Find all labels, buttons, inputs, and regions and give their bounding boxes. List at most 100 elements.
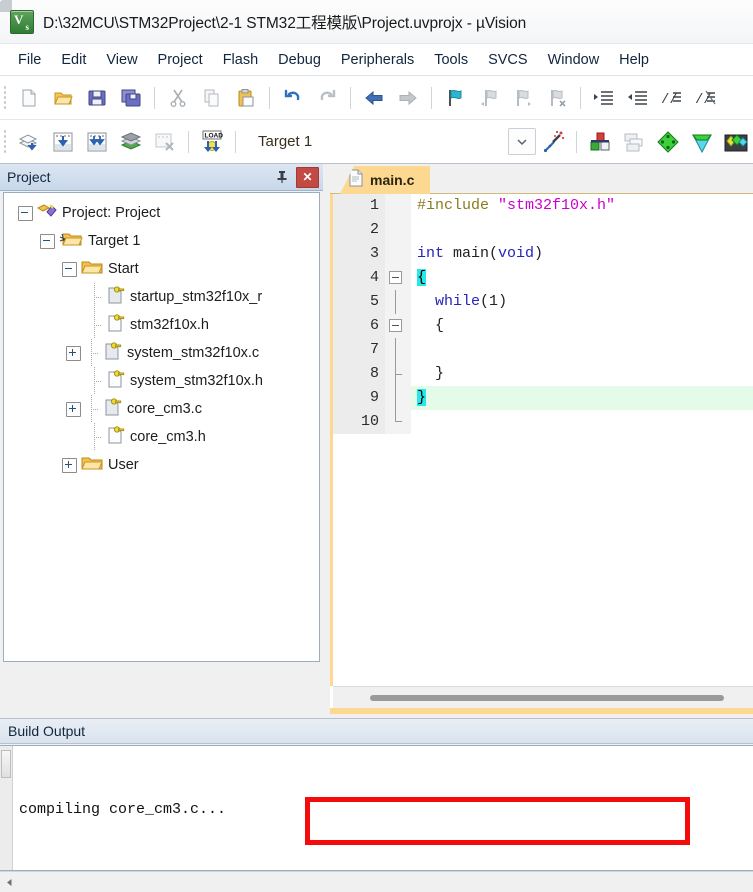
menu-view[interactable]: View (96, 48, 147, 72)
tree-connector (85, 339, 99, 367)
expand-toggle-icon[interactable] (62, 457, 77, 473)
manage-run-time-env-icon[interactable] (686, 126, 718, 158)
target-options-icon[interactable] (537, 126, 569, 158)
fold-collapse-icon[interactable] (389, 271, 402, 284)
code-line[interactable]: 8 } (333, 362, 753, 386)
manage-multi-project-icon[interactable] (618, 126, 650, 158)
build-output-body[interactable]: compiling core_cm3.c... linking... Progr… (0, 745, 753, 871)
code-line-text: } (411, 386, 753, 410)
download-icon[interactable]: LOAD (196, 126, 228, 158)
target-label: Target 1 (258, 133, 313, 150)
menu-project[interactable]: Project (148, 48, 213, 72)
project-tree[interactable]: Project: Project Target 1 Start startup_… (3, 192, 320, 662)
menu-debug[interactable]: Debug (268, 48, 331, 72)
undo-icon[interactable] (277, 82, 309, 114)
fold-collapse-icon[interactable] (389, 319, 402, 332)
menu-file[interactable]: File (8, 48, 51, 72)
redo-icon[interactable] (311, 82, 343, 114)
code-line[interactable]: 10 (333, 410, 753, 434)
toolbar-separator (580, 86, 581, 109)
editor-horizontal-scrollbar[interactable] (333, 686, 753, 708)
fold-column (385, 290, 411, 314)
build-output-lines: compiling core_cm3.c... linking... Progr… (13, 746, 753, 870)
fold-column (385, 218, 411, 242)
collapse-toggle-icon[interactable] (40, 233, 55, 249)
build-icon[interactable] (47, 126, 79, 158)
tree-item-core-cm3-h[interactable]: core_cm3.h (4, 423, 319, 451)
tree-item-startup-stm32f10x[interactable]: startup_stm32f10x_r (4, 283, 319, 311)
tree-item-system-stm32f10x-c[interactable]: system_stm32f10x.c (4, 339, 319, 367)
paste-icon[interactable] (230, 82, 262, 114)
menu-window[interactable]: Window (538, 48, 610, 72)
toggle-bookmark-icon[interactable] (439, 82, 471, 114)
tree-item-user[interactable]: User (4, 451, 319, 479)
select-software-packs-icon[interactable] (720, 126, 752, 158)
cut-icon[interactable] (162, 82, 194, 114)
collapse-toggle-icon[interactable] (18, 205, 33, 221)
menu-peripherals[interactable]: Peripherals (331, 48, 424, 72)
copy-icon[interactable] (196, 82, 228, 114)
close-icon[interactable]: ✕ (296, 166, 319, 188)
fold-column[interactable] (385, 266, 411, 290)
translate-icon[interactable] (13, 126, 45, 158)
build-output-horizontal-scrollbar[interactable] (0, 871, 753, 892)
rebuild-icon[interactable] (81, 126, 113, 158)
scrollbar-thumb[interactable] (369, 694, 725, 701)
indent-icon[interactable] (588, 82, 620, 114)
navigate-back-icon[interactable] (358, 82, 390, 114)
menu-edit[interactable]: Edit (51, 48, 96, 72)
clear-bookmarks-icon[interactable] (541, 82, 573, 114)
menu-svcs[interactable]: SVCS (478, 48, 538, 72)
save-all-icon[interactable] (115, 82, 147, 114)
tree-item-stm32f10x-h[interactable]: stm32f10x.h (4, 311, 319, 339)
code-line[interactable]: 3 int main(void) (333, 242, 753, 266)
code-line-current[interactable]: 9 } (333, 386, 753, 410)
code-line[interactable]: 2 (333, 218, 753, 242)
menu-tools[interactable]: Tools (424, 48, 478, 72)
tree-item-start[interactable]: Start (4, 255, 319, 283)
open-file-icon[interactable] (47, 82, 79, 114)
tree-item-core-cm3-c[interactable]: core_cm3.c (4, 395, 319, 423)
manage-project-items-icon[interactable] (584, 126, 616, 158)
comment-icon[interactable]: // (656, 82, 688, 114)
line-number: 1 (333, 194, 385, 218)
uncomment-icon[interactable]: // (690, 82, 722, 114)
expand-toggle-icon[interactable] (66, 401, 81, 417)
tree-item-target-1[interactable]: Target 1 (4, 227, 319, 255)
tree-connector (85, 395, 99, 423)
fold-column[interactable] (385, 314, 411, 338)
arrow-left-icon[interactable] (0, 873, 19, 892)
code-line[interactable]: 1 #include "stm32f10x.h" (333, 194, 753, 218)
expand-toggle-icon[interactable] (66, 345, 81, 361)
pin-icon[interactable] (272, 167, 292, 187)
outdent-icon[interactable] (622, 82, 654, 114)
collapse-toggle-icon[interactable] (62, 261, 77, 277)
save-icon[interactable] (81, 82, 113, 114)
menu-help[interactable]: Help (609, 48, 659, 72)
svg-text:LOAD: LOAD (205, 132, 224, 139)
stop-build-icon[interactable] (149, 126, 181, 158)
code-line[interactable]: 7 (333, 338, 753, 362)
pack-installer-icon[interactable] (652, 126, 684, 158)
code-line[interactable]: 5 while(1) (333, 290, 753, 314)
header-file-icon (105, 425, 125, 449)
code-editor[interactable]: 1 #include "stm32f10x.h" 2 3 int main(vo… (330, 194, 753, 686)
code-line[interactable]: 6 { (333, 314, 753, 338)
menu-flash[interactable]: Flash (213, 48, 268, 72)
navigate-forward-icon[interactable] (392, 82, 424, 114)
toolbar-grip[interactable] (3, 128, 7, 155)
target-selector[interactable]: Target 1 (252, 129, 318, 155)
scrollbar-track[interactable] (337, 693, 749, 702)
new-file-icon[interactable] (13, 82, 45, 114)
tree-item-system-stm32f10x-h[interactable]: system_stm32f10x.h (4, 367, 319, 395)
previous-bookmark-icon[interactable] (473, 82, 505, 114)
toolbar-grip[interactable] (3, 84, 7, 111)
batch-build-icon[interactable] (115, 126, 147, 158)
build-output-gutter[interactable] (0, 746, 13, 870)
chevron-down-icon[interactable] (508, 128, 536, 155)
editor-tab-main-c[interactable]: main.c (340, 166, 431, 194)
code-line[interactable]: 4 { (333, 266, 753, 290)
tree-item-project[interactable]: Project: Project (4, 199, 319, 227)
next-bookmark-icon[interactable] (507, 82, 539, 114)
